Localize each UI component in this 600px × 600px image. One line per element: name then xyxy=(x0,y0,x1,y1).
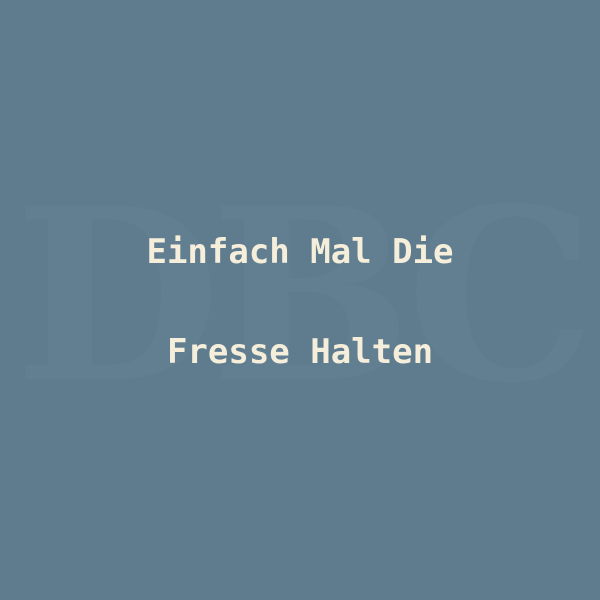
quote-line-1: Einfach Mal Die xyxy=(146,232,454,272)
watermark-logo: DBC xyxy=(14,157,595,436)
quote-line-2: Fresse Halten xyxy=(166,332,434,372)
quote-card: DBC Einfach Mal Die Fresse Halten xyxy=(0,0,600,600)
